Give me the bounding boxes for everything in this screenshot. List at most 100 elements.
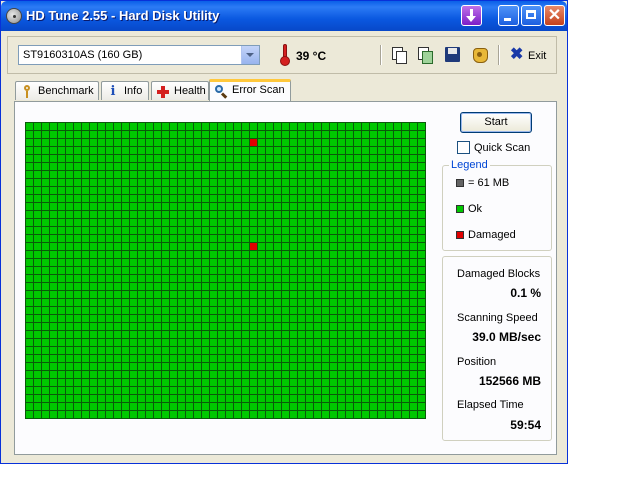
block-ok (410, 163, 417, 170)
block-ok (210, 163, 217, 170)
quick-scan-checkbox[interactable] (457, 141, 470, 154)
block-ok (186, 315, 193, 322)
block-ok (146, 211, 153, 218)
copy-results-icon[interactable] (416, 46, 434, 64)
tab-info[interactable]: i Info (101, 81, 149, 100)
block-ok (146, 227, 153, 234)
block-ok (330, 411, 337, 418)
block-damaged (250, 139, 257, 146)
exit-button[interactable]: ✖ Exit (508, 46, 552, 66)
block-ok (194, 291, 201, 298)
block-ok (106, 187, 113, 194)
block-ok (50, 379, 57, 386)
block-ok (90, 387, 97, 394)
block-ok (218, 235, 225, 242)
block-ok (82, 347, 89, 354)
block-ok (202, 363, 209, 370)
block-ok (34, 291, 41, 298)
tab-benchmark[interactable]: Benchmark (15, 81, 99, 100)
block-ok (266, 307, 273, 314)
block-ok (338, 171, 345, 178)
block-ok (290, 195, 297, 202)
block-ok (178, 339, 185, 346)
block-ok (34, 227, 41, 234)
tab-health[interactable]: Health (151, 81, 209, 100)
block-ok (178, 171, 185, 178)
block-ok (322, 275, 329, 282)
block-ok (74, 147, 81, 154)
block-ok (202, 291, 209, 298)
block-ok (402, 315, 409, 322)
block-ok (410, 331, 417, 338)
block-ok (34, 323, 41, 330)
title-bar[interactable]: HD Tune 2.55 - Hard Disk Utility ✕ (1, 1, 567, 31)
block-ok (250, 195, 257, 202)
block-ok (138, 131, 145, 138)
block-ok (314, 323, 321, 330)
block-ok (226, 403, 233, 410)
block-ok (130, 163, 137, 170)
block-ok (130, 339, 137, 346)
maximize-button[interactable] (521, 5, 542, 26)
block-ok (82, 339, 89, 346)
block-ok (346, 379, 353, 386)
block-ok (322, 243, 329, 250)
block-ok (346, 275, 353, 282)
block-ok (162, 379, 169, 386)
block-ok (234, 211, 241, 218)
block-ok (338, 403, 345, 410)
block-ok (210, 179, 217, 186)
start-button[interactable]: Start (460, 112, 532, 133)
block-ok (370, 363, 377, 370)
block-ok (410, 323, 417, 330)
block-ok (330, 315, 337, 322)
block-ok (34, 267, 41, 274)
block-ok (114, 243, 121, 250)
block-ok (122, 235, 129, 242)
block-ok (338, 163, 345, 170)
block-ok (338, 411, 345, 418)
tab-error-scan[interactable]: Error Scan (209, 79, 291, 101)
block-ok (58, 387, 65, 394)
block-ok (290, 179, 297, 186)
block-ok (386, 387, 393, 394)
block-ok (386, 251, 393, 258)
block-ok (42, 123, 49, 130)
block-ok (298, 307, 305, 314)
block-ok (354, 131, 361, 138)
download-button[interactable] (461, 5, 482, 26)
minimize-button[interactable] (498, 5, 519, 26)
window-title: HD Tune 2.55 - Hard Disk Utility (26, 8, 220, 23)
block-ok (66, 227, 73, 234)
block-ok (114, 275, 121, 282)
block-ok (330, 243, 337, 250)
block-ok (82, 251, 89, 258)
block-ok (122, 363, 129, 370)
block-ok (386, 219, 393, 226)
options-icon[interactable] (471, 46, 489, 64)
save-icon[interactable] (444, 46, 462, 64)
block-ok (186, 371, 193, 378)
copy-icon[interactable] (390, 46, 408, 64)
block-ok (370, 411, 377, 418)
drive-select[interactable]: ST9160310AS (160 GB) (18, 45, 260, 65)
block-ok (162, 131, 169, 138)
block-ok (82, 195, 89, 202)
block-ok (42, 283, 49, 290)
block-ok (274, 331, 281, 338)
block-ok (274, 259, 281, 266)
block-ok (106, 131, 113, 138)
tab-label: Benchmark (38, 85, 94, 97)
block-ok (330, 323, 337, 330)
block-ok (98, 251, 105, 258)
block-ok (402, 411, 409, 418)
close-button[interactable]: ✕ (544, 5, 565, 26)
block-ok (338, 387, 345, 394)
block-ok (370, 331, 377, 338)
block-ok (258, 163, 265, 170)
block-ok (330, 347, 337, 354)
block-ok (210, 147, 217, 154)
block-ok (378, 371, 385, 378)
block-ok (250, 179, 257, 186)
chevron-down-icon[interactable] (241, 46, 259, 64)
